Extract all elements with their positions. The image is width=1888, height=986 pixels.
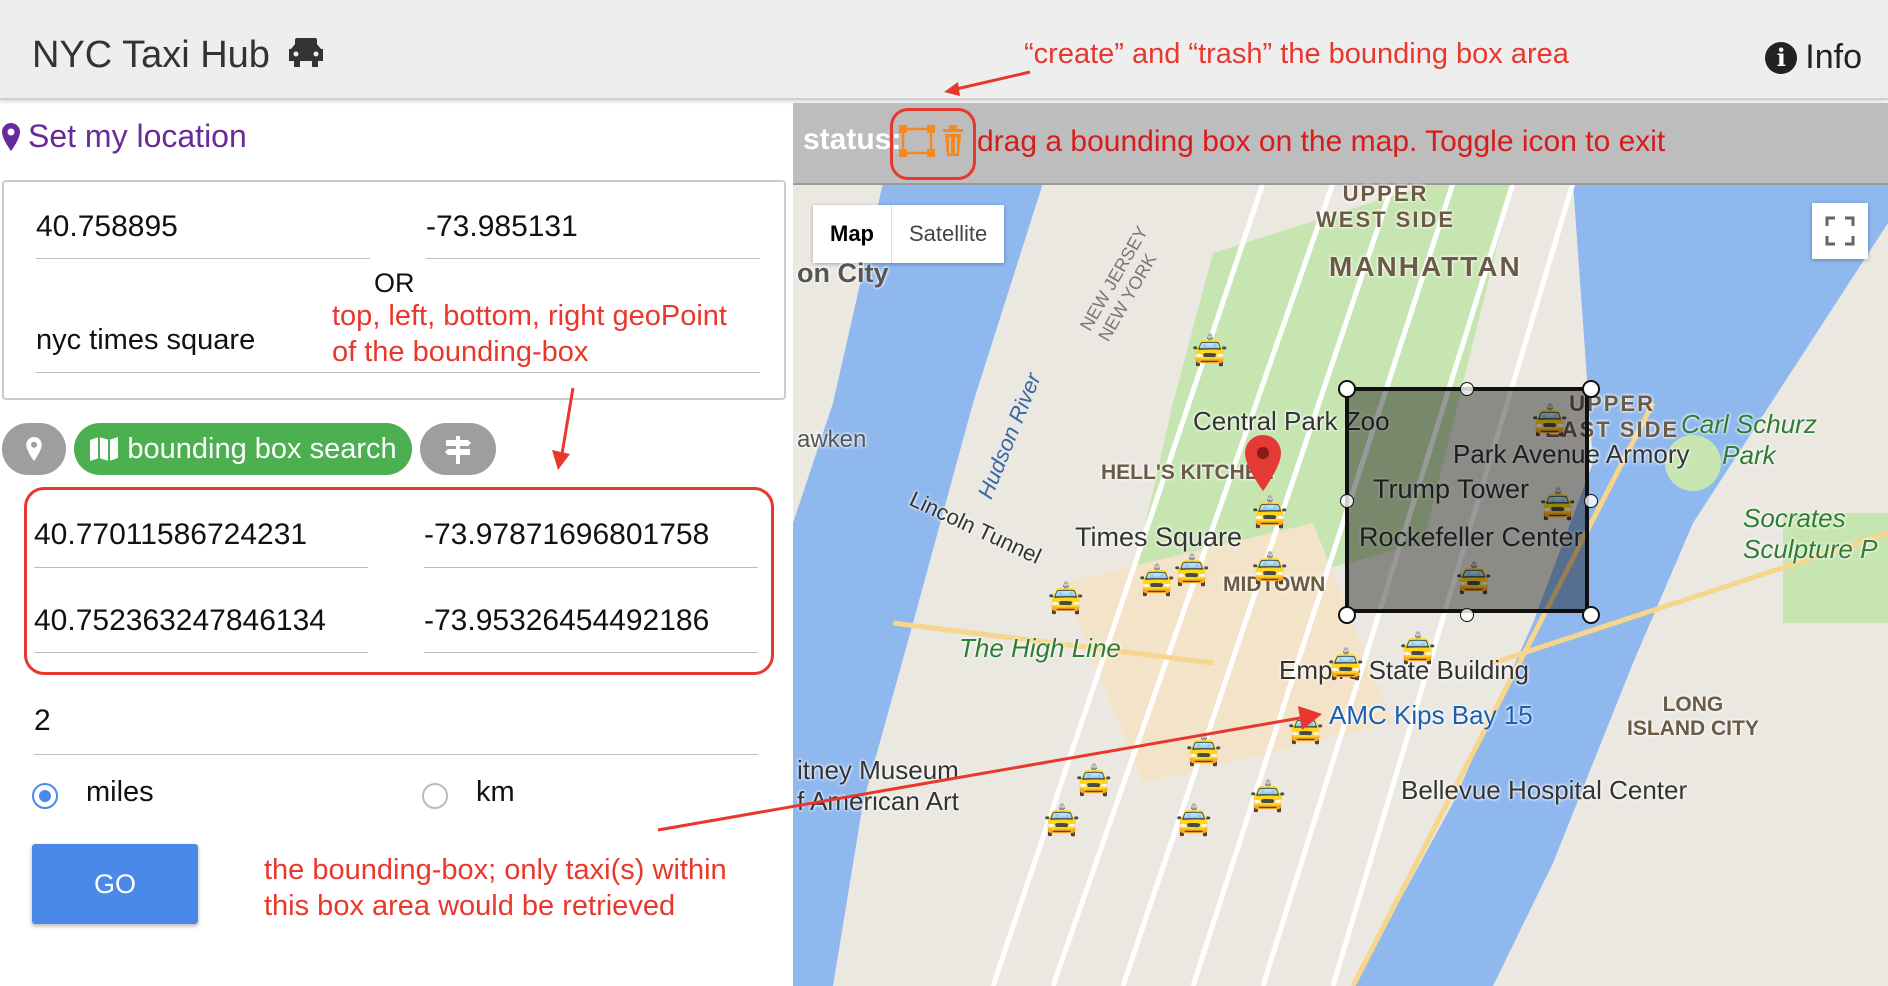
map-type-satellite-button[interactable]: Satellite bbox=[892, 205, 1004, 263]
signpost-icon bbox=[445, 436, 471, 464]
bbox-handle-right-mid[interactable] bbox=[1584, 494, 1598, 508]
set-location-link[interactable]: Set my location bbox=[2, 118, 247, 155]
taxi-icon[interactable]: 🚖 bbox=[1251, 551, 1288, 586]
taxi-icon[interactable]: 🚖 bbox=[1251, 495, 1288, 530]
bbox-handle-bottom-mid[interactable] bbox=[1460, 608, 1474, 622]
bbox-handle-top-right[interactable] bbox=[1582, 380, 1600, 398]
map-label-socrates-line1: Socrates bbox=[1743, 503, 1846, 533]
map-label-lic-line1: LONG bbox=[1662, 693, 1724, 716]
location-search-button[interactable] bbox=[2, 423, 66, 475]
set-location-label: Set my location bbox=[28, 118, 247, 154]
map-label-carl-schurz-line2: Park bbox=[1722, 440, 1776, 470]
bounding-box-highlight bbox=[24, 487, 774, 675]
annotation-bbox-line2: this box area would be retrieved bbox=[264, 890, 676, 922]
map-label-union-city: on City bbox=[797, 258, 889, 288]
app-title[interactable]: NYC Taxi Hub bbox=[32, 34, 325, 79]
bbox-handle-bottom-left[interactable] bbox=[1338, 606, 1356, 624]
location-card: 40.758895 -73.985131 OR nyc times square… bbox=[2, 180, 786, 400]
status-label: status: bbox=[803, 123, 902, 156]
map-label-carl-schurz: Carl Schurz Park bbox=[1681, 409, 1817, 471]
annotation-arrow-down bbox=[552, 387, 575, 470]
map-label-manhattan: MANHATTAN bbox=[1329, 251, 1522, 282]
map-label-weehawken: awken bbox=[797, 426, 867, 453]
map-label-uws-line2: WEST SIDE bbox=[1316, 207, 1456, 232]
map-marker-icon bbox=[26, 437, 42, 461]
map-label-lic-line2: ISLAND CITY bbox=[1627, 717, 1759, 740]
bbox-left-underline bbox=[424, 567, 758, 568]
annotation-geopoint-line2: of the bounding-box bbox=[332, 336, 589, 368]
latitude-underline bbox=[36, 258, 370, 259]
fullscreen-icon bbox=[1825, 216, 1855, 246]
bounding-box-create-icon[interactable] bbox=[897, 123, 937, 164]
map-label-socrates: Socrates Sculpture P bbox=[1743, 503, 1877, 565]
map-label-socrates-line2: Sculpture P bbox=[1743, 534, 1878, 564]
bounding-box-overlay[interactable] bbox=[1345, 387, 1589, 613]
taxi-icon[interactable]: 🚖 bbox=[1173, 553, 1210, 588]
taxi-icon[interactable]: 🚖 bbox=[1399, 631, 1436, 666]
miles-label: miles bbox=[86, 776, 154, 808]
longitude-input[interactable]: -73.985131 bbox=[426, 210, 578, 244]
info-button[interactable]: i Info bbox=[1765, 38, 1862, 77]
map-label-amc-kips-bay: AMC Kips Bay 15 bbox=[1329, 700, 1533, 730]
km-radio[interactable] bbox=[422, 783, 448, 809]
distance-input[interactable]: 2 bbox=[34, 704, 51, 738]
annotation-bbox-line1: the bounding-box; only taxi(s) within bbox=[264, 854, 727, 886]
annotation-arrow-bbox bbox=[657, 706, 1322, 832]
taxi-icon[interactable]: 🚖 bbox=[1327, 647, 1364, 682]
bbox-left-input[interactable]: -73.97871696801758 bbox=[424, 518, 709, 552]
info-icon: i bbox=[1765, 41, 1798, 74]
bounding-box-search-button[interactable]: bounding box search bbox=[74, 423, 412, 475]
map-label-bellevue: Bellevue Hospital Center bbox=[1401, 775, 1688, 805]
annotation-geopoint-line1: top, left, bottom, right geoPoint bbox=[332, 300, 727, 332]
route-search-button[interactable] bbox=[420, 423, 496, 475]
status-message: drag a bounding box on the map. Toggle i… bbox=[977, 125, 1666, 158]
taxi-icon[interactable]: 🚖 bbox=[1047, 581, 1084, 616]
bbox-handle-top-mid[interactable] bbox=[1460, 382, 1474, 396]
status-bar: status: drag a bounding box on the map. … bbox=[793, 103, 1888, 185]
map-label-high-line: The High Line bbox=[959, 633, 1121, 663]
bbox-top-input[interactable]: 40.77011586724231 bbox=[34, 518, 307, 552]
map-marker-icon bbox=[2, 122, 20, 151]
latitude-input[interactable]: 40.758895 bbox=[36, 210, 178, 244]
annotation-create-trash: “create” and “trash” the bounding box ar… bbox=[1024, 38, 1569, 70]
location-pin-icon[interactable] bbox=[1245, 435, 1281, 496]
map-type-control: Map Satellite bbox=[813, 205, 1005, 263]
address-input[interactable]: nyc times square bbox=[36, 324, 255, 357]
bbox-handle-top-left[interactable] bbox=[1338, 380, 1356, 398]
address-underline bbox=[36, 372, 760, 373]
trash-icon[interactable] bbox=[941, 125, 965, 162]
taxi-icon bbox=[287, 35, 325, 79]
annotation-arrow-top bbox=[944, 70, 1031, 96]
map-label-times-square: Times Square bbox=[1075, 522, 1243, 552]
miles-radio[interactable] bbox=[32, 783, 58, 809]
longitude-underline bbox=[426, 258, 760, 259]
bbox-bottom-input[interactable]: 40.752363247846134 bbox=[34, 604, 326, 638]
or-label: OR bbox=[374, 268, 415, 298]
map-label-carl-schurz-line1: Carl Schurz bbox=[1681, 409, 1817, 439]
fullscreen-button[interactable] bbox=[1812, 203, 1868, 259]
annotation-geopoint: top, left, bottom, right geoPoint of the… bbox=[332, 298, 727, 370]
bbox-top-underline bbox=[34, 567, 368, 568]
app-title-text: NYC Taxi Hub bbox=[32, 34, 270, 76]
taxi-icon[interactable]: 🚖 bbox=[1191, 333, 1228, 368]
radio-dot bbox=[39, 790, 51, 802]
taxi-icon[interactable]: 🚖 bbox=[1138, 563, 1175, 598]
bbox-bottom-underline bbox=[34, 652, 368, 653]
map-icon bbox=[90, 437, 119, 461]
go-button[interactable]: GO bbox=[32, 844, 198, 924]
info-label: Info bbox=[1805, 38, 1862, 76]
bbox-handle-left-mid[interactable] bbox=[1340, 494, 1354, 508]
bbox-right-underline bbox=[424, 652, 758, 653]
map-view[interactable]: status: drag a bounding box on the map. … bbox=[793, 103, 1888, 986]
map-label-long-island-city: LONG ISLAND CITY bbox=[1627, 693, 1759, 741]
bbox-handle-bottom-right[interactable] bbox=[1582, 606, 1600, 624]
annotation-bbox: the bounding-box; only taxi(s) within th… bbox=[264, 852, 727, 924]
km-label: km bbox=[476, 776, 515, 808]
bounding-box-search-label: bounding box search bbox=[127, 432, 397, 465]
map-label-upper-west-side: UPPER WEST SIDE bbox=[1316, 181, 1455, 233]
map-label-uws-line1: UPPER bbox=[1342, 181, 1429, 206]
bbox-right-input[interactable]: -73.95326454492186 bbox=[424, 604, 709, 638]
map-type-map-button[interactable]: Map bbox=[813, 205, 892, 263]
